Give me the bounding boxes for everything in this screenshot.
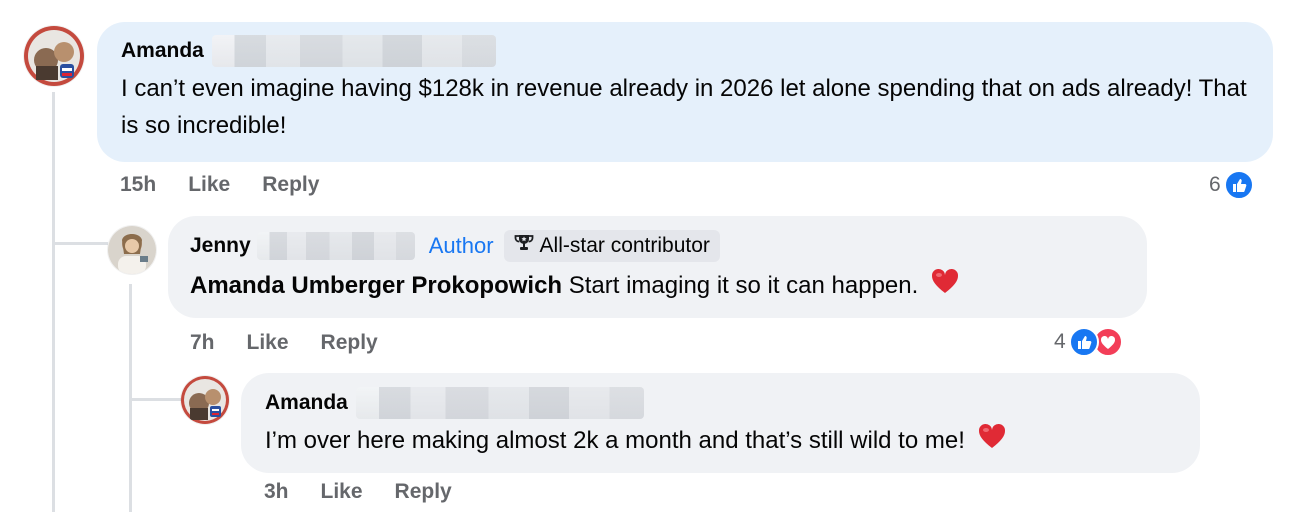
comment-text: I can’t even imagine having $128k in rev… xyxy=(121,75,1247,139)
thread-branch-2 xyxy=(129,398,181,401)
reaction-summary[interactable]: 4 xyxy=(1054,327,1123,357)
reaction-summary[interactable]: 6 xyxy=(1209,170,1254,200)
reply-button[interactable]: Reply xyxy=(321,331,378,355)
mention-link[interactable]: Amanda Umberger Prokopowich xyxy=(190,272,562,299)
comment-time[interactable]: 15h xyxy=(120,173,156,197)
like-reaction-icon xyxy=(1223,170,1254,200)
avatar[interactable] xyxy=(24,26,84,86)
thread-line-main xyxy=(52,92,55,512)
thread-branch-1 xyxy=(52,242,108,245)
author-badge: Author xyxy=(428,233,494,258)
reply-button[interactable]: Reply xyxy=(262,173,319,197)
like-button[interactable]: Like xyxy=(247,331,289,355)
comment-author[interactable]: Amanda xyxy=(265,391,348,415)
comment-text: Amanda Umberger Prokopowich Start imagin… xyxy=(190,267,1125,305)
reaction-count: 4 xyxy=(1054,330,1066,353)
heart-emoji-icon xyxy=(931,268,959,305)
comment-time[interactable]: 3h xyxy=(264,480,289,504)
comment-author[interactable]: Amanda xyxy=(121,39,204,63)
comment-actions: 7h Like Reply xyxy=(190,331,378,355)
comment-body: Start imaging it so it can happen. xyxy=(568,272,919,299)
comment-bubble: Amanda I can’t even imagine having $128k… xyxy=(97,22,1273,162)
redacted-surname xyxy=(256,232,415,260)
comment-time[interactable]: 7h xyxy=(190,331,215,355)
reaction-count: 6 xyxy=(1209,173,1221,196)
comment-text: I’m over here making almost 2k a month a… xyxy=(265,422,1176,460)
reply-bubble: Amanda I’m over here making almost 2k a … xyxy=(241,373,1200,473)
contributor-badge: All-star contributor xyxy=(503,230,720,262)
comment-actions: 3h Like Reply xyxy=(264,480,452,504)
contributor-label: All-star contributor xyxy=(539,234,710,257)
like-reaction-icon xyxy=(1068,327,1099,357)
heart-emoji-icon xyxy=(978,423,1006,460)
trophy-icon xyxy=(514,234,534,258)
redacted-surname xyxy=(355,387,644,419)
comment-author[interactable]: Jenny xyxy=(190,234,251,258)
like-button[interactable]: Like xyxy=(188,173,230,197)
avatar[interactable] xyxy=(108,226,156,274)
like-button[interactable]: Like xyxy=(321,480,363,504)
redacted-surname xyxy=(211,35,496,67)
comment-body: I’m over here making almost 2k a month a… xyxy=(265,427,965,454)
avatar[interactable] xyxy=(181,376,229,424)
reply-bubble: Jenny Author All-star contributor Amanda… xyxy=(168,216,1147,318)
reply-button[interactable]: Reply xyxy=(395,480,452,504)
comment-actions: 15h Like Reply xyxy=(120,173,319,197)
